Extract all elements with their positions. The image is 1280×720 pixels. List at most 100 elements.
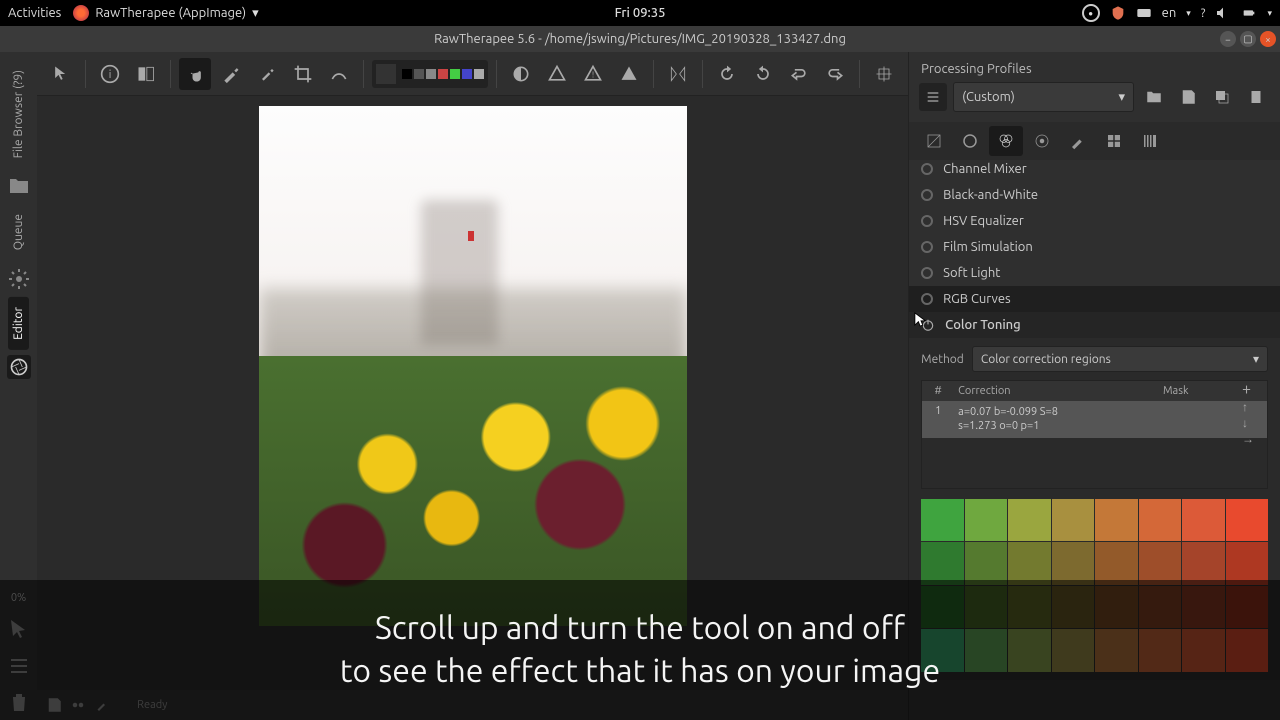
help-icon[interactable]: ? [1201,7,1206,20]
move-right-button[interactable]: → [1242,432,1254,446]
raw-tab[interactable] [1097,126,1131,156]
detail-tab[interactable] [953,126,987,156]
aperture-icon[interactable] [7,355,31,379]
bg-swatch[interactable] [450,69,460,79]
maximize-button[interactable]: ▢ [1240,31,1256,47]
gear-icon[interactable] [7,267,31,291]
close-button[interactable]: × [1260,31,1276,47]
volume-icon[interactable] [1215,5,1231,21]
shield-icon[interactable] [1110,5,1126,21]
section-hsv-equalizer[interactable]: HSV Equalizer [909,208,1280,234]
preview-highlight-button[interactable] [541,58,573,90]
section-film-simulation[interactable]: Film Simulation [909,234,1280,260]
section-channel-mixer[interactable]: Channel Mixer [909,160,1280,182]
keyboard-icon[interactable] [1136,5,1152,21]
preview-shadow-button[interactable] [505,58,537,90]
hand-tool[interactable] [179,58,211,90]
rotate-cw-button[interactable] [747,58,779,90]
toggle-icon[interactable] [921,189,933,201]
before-after-button[interactable] [130,58,162,90]
table-row[interactable]: 1 a=0.07 b=-0.099 S=8 s=1.273 o=0 p=1 [922,401,1267,438]
color-swatch[interactable] [1139,542,1181,584]
preview-sharpen-button[interactable] [613,58,645,90]
app-menu[interactable]: RawTherapee (AppImage) ▾ [73,5,258,21]
straighten-tool[interactable] [323,58,355,90]
color-swatch[interactable] [1139,499,1181,541]
distortion-button[interactable] [868,58,900,90]
toggle-icon[interactable] [921,163,933,175]
arrow-tool[interactable] [45,58,77,90]
bg-swatch[interactable] [414,69,424,79]
toggle-icon[interactable] [921,241,933,253]
bg-swatch[interactable] [474,69,484,79]
color-swatch[interactable] [921,542,963,584]
chevron-down-icon: ▾ [252,6,259,21]
bg-swatch[interactable] [402,69,412,79]
toggle-icon[interactable] [921,293,933,305]
move-down-button[interactable]: ↓ [1242,416,1254,430]
add-row-button[interactable]: + [1242,380,1254,398]
profile-select[interactable]: (Custom) ▾ [953,82,1134,112]
chevron-down-icon: ▾ [1267,8,1272,19]
color-swatch[interactable] [921,499,963,541]
caption-overlay: Scroll up and turn the tool on and off t… [0,580,1280,720]
wb-picker-tool[interactable] [215,58,247,90]
tab-editor[interactable]: Editor [8,297,29,350]
section-color-toning[interactable]: Color Toning [909,312,1280,338]
transform-tab[interactable] [1061,126,1095,156]
method-select[interactable]: Color correction regions ▾ [972,346,1268,372]
exposure-tab[interactable] [917,126,951,156]
obs-tray-icon[interactable]: ● [1082,4,1100,22]
col-correction: Correction [950,385,1163,397]
lang-indicator[interactable]: en [1162,6,1177,20]
profile-mode-button[interactable] [919,83,947,111]
color-picker-tool[interactable] [251,58,283,90]
paste-profile-button[interactable] [1242,83,1270,111]
rotate-ccw-button[interactable] [711,58,743,90]
color-swatch[interactable] [1226,542,1268,584]
tab-queue[interactable]: Queue [8,204,29,260]
color-swatch[interactable] [1052,542,1094,584]
advanced-tab[interactable] [1025,126,1059,156]
gnome-top-bar: Activities RawTherapee (AppImage) ▾ Fri … [0,0,1280,26]
info-button[interactable]: i [94,58,126,90]
clock[interactable]: Fri 09:35 [615,6,666,20]
section-black-white[interactable]: Black-and-White [909,182,1280,208]
color-swatch[interactable] [1182,499,1224,541]
bg-swatch[interactable] [438,69,448,79]
toggle-icon[interactable] [921,215,933,227]
color-swatch[interactable] [1226,499,1268,541]
color-swatch[interactable] [1052,499,1094,541]
flip-h-button[interactable] [662,58,694,90]
copy-profile-button[interactable] [1208,83,1236,111]
color-swatch[interactable] [1095,499,1137,541]
move-up-button[interactable]: ↑ [1242,400,1254,414]
color-swatch[interactable] [965,499,1007,541]
load-profile-button[interactable] [1140,83,1168,111]
save-profile-button[interactable] [1174,83,1202,111]
color-tab[interactable] [989,126,1023,156]
crop-tool[interactable] [287,58,319,90]
section-rgb-curves[interactable]: RGB Curves [909,286,1280,312]
activities-button[interactable]: Activities [8,6,61,20]
color-swatch[interactable] [1008,542,1050,584]
bg-color-selector[interactable] [372,60,488,88]
toggle-icon[interactable] [921,267,933,279]
color-swatch[interactable] [1008,499,1050,541]
tab-file-browser[interactable]: File Browser (?9) [8,60,29,168]
preview-focus-button[interactable]: ! [577,58,609,90]
bg-swatch[interactable] [426,69,436,79]
profiles-label: Processing Profiles [909,52,1280,82]
color-swatch[interactable] [1095,542,1137,584]
section-soft-light[interactable]: Soft Light [909,260,1280,286]
bg-swatch[interactable] [462,69,472,79]
minimize-button[interactable]: − [1220,31,1236,47]
color-swatch[interactable] [1182,542,1224,584]
undo-button[interactable] [783,58,815,90]
meta-tab[interactable] [1133,126,1167,156]
battery-icon[interactable] [1241,5,1257,21]
color-swatch[interactable] [965,542,1007,584]
redo-button[interactable] [819,58,851,90]
folder-icon[interactable] [7,174,31,198]
top-toolbar: i ! [37,52,908,96]
